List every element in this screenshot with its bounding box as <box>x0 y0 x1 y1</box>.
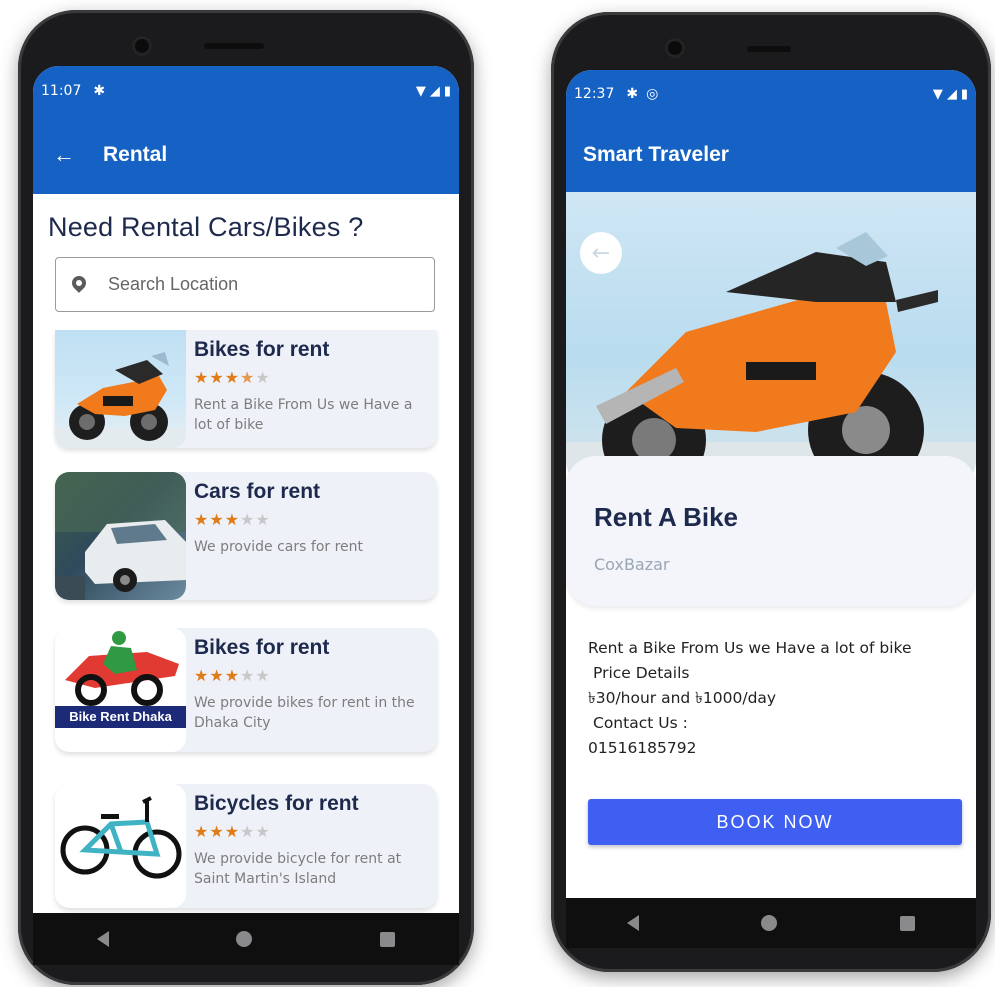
detail-card: Rent A Bike CoxBazar <box>566 456 976 606</box>
nav-back-icon[interactable] <box>627 915 640 931</box>
status-time: 11:07 <box>41 83 82 99</box>
status-bar: 12:37 ✱ ◎ ▼ ◢ ▮ <box>566 70 976 118</box>
detail-location: CoxBazar <box>594 555 670 574</box>
card-title: Bikes for rent <box>194 636 330 659</box>
back-arrow-icon[interactable]: ← <box>580 232 622 274</box>
toolbar: Smart Traveler <box>566 118 976 192</box>
earpiece-speaker <box>747 46 791 52</box>
front-camera <box>132 36 152 56</box>
toolbar-title: Rental <box>103 143 168 166</box>
sync-icon: ◎ <box>646 86 659 102</box>
toolbar-title: Smart Traveler <box>583 143 729 166</box>
battery-icon: ▮ <box>960 86 968 102</box>
phone-frame-left: 11:07 ✱ ▼ ◢ ▮ ← Rental Need Rental Cars/… <box>18 10 474 985</box>
signal-icon: ◢ <box>946 86 957 102</box>
rating-stars: ★★★★★ <box>194 666 271 685</box>
detail-line: Contact Us : <box>593 714 688 732</box>
bicycle-image <box>55 784 186 908</box>
rating-stars: ★★★★★ <box>194 510 271 529</box>
card-description: We provide cars for rent <box>194 539 364 555</box>
toolbar: ← Rental <box>33 116 459 194</box>
nav-recents-icon[interactable] <box>899 915 915 931</box>
nav-back-icon[interactable] <box>96 931 109 947</box>
nav-home-icon[interactable] <box>761 915 778 931</box>
card-description: We provide bicycle for rent at Saint Mar… <box>194 851 402 887</box>
bike-rent-dhaka-logo: Bike Rent Dhaka <box>55 628 186 752</box>
search-input[interactable] <box>108 274 368 295</box>
status-icons: ▼ ◢ ▮ <box>416 84 451 99</box>
hero-image: ← <box>566 192 976 490</box>
earpiece-speaker <box>204 43 264 49</box>
app-bar: 11:07 ✱ ▼ ◢ ▮ ← Rental <box>33 66 459 194</box>
detail-title: Rent A Bike <box>594 502 738 532</box>
wifi-icon: ▼ <box>932 86 943 102</box>
back-arrow-icon[interactable]: ← <box>53 142 75 168</box>
rental-card[interactable]: Cars for rent ★★★★★ We provide cars for … <box>55 472 437 600</box>
rental-card[interactable]: Bike Rent Dhaka Bikes for rent ★★★★★ We … <box>55 628 437 752</box>
battery-icon: ▮ <box>443 83 451 99</box>
card-body: Cars for rent ★★★★★ We provide cars for … <box>186 472 426 600</box>
detail-screen: 12:37 ✱ ◎ ▼ ◢ ▮ Smart Traveler ← Rent A … <box>566 70 976 898</box>
status-bar: 11:07 ✱ ▼ ◢ ▮ <box>33 66 459 116</box>
app-bar: 12:37 ✱ ◎ ▼ ◢ ▮ Smart Traveler <box>566 70 976 192</box>
phone-frame-right: 12:37 ✱ ◎ ▼ ◢ ▮ Smart Traveler ← Rent A … <box>551 12 991 972</box>
detail-line: Rent a Bike From Us we Have a lot of bik… <box>588 639 912 657</box>
car-image <box>55 472 186 600</box>
card-body: Bicycles for rent ★★★★★ We provide bicyc… <box>186 784 426 908</box>
detail-description: Rent a Bike From Us we Have a lot of bik… <box>566 606 976 761</box>
logo-text: Bike Rent Dhaka <box>55 706 186 728</box>
card-body: Bikes for rent ★★★★★ We provide bikes fo… <box>186 628 426 752</box>
rating-stars: ★★★★★ <box>194 822 271 841</box>
settings-icon: ✱ <box>93 83 106 99</box>
book-now-button[interactable]: BOOK NOW <box>588 799 962 845</box>
nav-home-icon[interactable] <box>236 931 253 947</box>
rental-card[interactable]: Bicycles for rent ★★★★★ We provide bicyc… <box>55 784 437 908</box>
location-pin-icon <box>72 276 86 294</box>
signal-icon: ◢ <box>429 83 440 99</box>
system-nav-bar <box>33 913 459 965</box>
screenshot-stage: 11:07 ✱ ▼ ◢ ▮ ← Rental Need Rental Cars/… <box>0 0 995 987</box>
status-time: 12:37 <box>574 86 615 102</box>
system-nav-bar <box>566 898 976 948</box>
card-title: Bikes for rent <box>194 338 330 361</box>
nav-recents-icon[interactable] <box>380 931 396 947</box>
rental-screen: 11:07 ✱ ▼ ◢ ▮ ← Rental Need Rental Cars/… <box>33 66 459 913</box>
card-body: Bikes for rent ★★★★★ Rent a Bike From Us… <box>186 330 426 448</box>
detail-line: Price Details <box>593 664 690 682</box>
search-box[interactable] <box>55 257 435 312</box>
motorbike-image <box>55 330 186 448</box>
card-description: We provide bikes for rent in the Dhaka C… <box>194 695 415 731</box>
card-description: Rent a Bike From Us we Have a lot of bik… <box>194 397 413 433</box>
rental-card[interactable]: Bikes for rent ★★★★★ Rent a Bike From Us… <box>55 330 437 448</box>
status-icons: ▼ ◢ ▮ <box>933 87 968 102</box>
card-title: Cars for rent <box>194 480 321 503</box>
page-heading: Need Rental Cars/Bikes ? <box>48 212 364 242</box>
detail-line: ৳30/hour and ৳1000/day <box>588 689 777 707</box>
front-camera <box>665 38 685 58</box>
rating-stars: ★★★★★ <box>194 368 271 387</box>
detail-line: 01516185792 <box>588 739 697 757</box>
settings-icon: ✱ <box>626 86 639 102</box>
wifi-icon: ▼ <box>415 83 426 99</box>
card-title: Bicycles for rent <box>194 792 359 815</box>
